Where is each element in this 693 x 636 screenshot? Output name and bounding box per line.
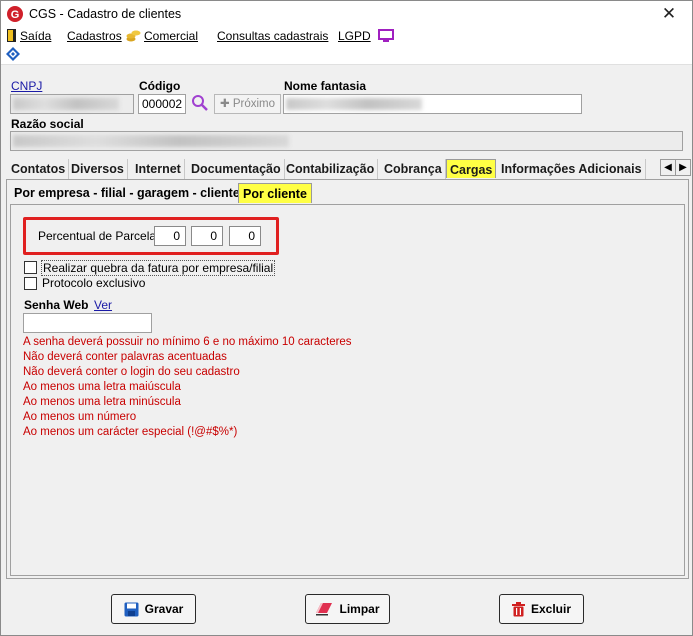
eraser-icon [316, 603, 333, 616]
razao-social-label: Razão social [11, 117, 84, 131]
main-tabs: Contatos Diversos Internet Documentação … [8, 159, 690, 179]
senha-web-input[interactable] [23, 313, 152, 333]
razao-social-field[interactable] [10, 131, 683, 151]
tabs-scroll-left-button[interactable]: ◀ [660, 159, 676, 176]
menu-item-label: Cadastros [67, 29, 122, 43]
ver-senha-link[interactable]: Ver [94, 298, 112, 312]
window-title: CGS - Cadastro de clientes [29, 7, 182, 21]
menu-item-consultas[interactable]: Consultas cadastrais [217, 29, 328, 43]
cgs-logo-icon: G [7, 6, 23, 22]
proximo-label: Próximo [232, 98, 276, 110]
menu-item-label: Saída [20, 29, 52, 43]
monitor-icon [378, 29, 395, 42]
percentual-parcelas-label: Percentual de Parcelas [38, 229, 163, 243]
password-rule: Ao menos um número [23, 411, 137, 423]
search-icon[interactable] [191, 94, 209, 112]
redacted-value [286, 98, 422, 110]
tab-cargas[interactable]: Cargas [446, 159, 497, 178]
exit-door-icon [7, 29, 16, 42]
password-rule: Ao menos um carácter especial (!@#$%*) [23, 426, 238, 438]
password-rule: Ao menos uma letra maiúscula [23, 381, 181, 393]
quebra-fatura-label[interactable]: Realizar quebra da fatura por empresa/fi… [41, 260, 276, 276]
parcela-field-1[interactable]: 0 [154, 226, 186, 246]
gravar-button[interactable]: Gravar [111, 594, 196, 624]
cnpj-field[interactable] [10, 94, 134, 114]
nome-fantasia-label: Nome fantasia [284, 79, 367, 93]
tab-contatos[interactable]: Contatos [8, 159, 70, 179]
menu-item-lgpd[interactable]: LGPD [338, 29, 397, 43]
tab-cobranca[interactable]: Cobrança [381, 159, 446, 179]
cnpj-label[interactable]: CNPJ [11, 79, 42, 93]
nome-fantasia-field[interactable] [283, 94, 582, 114]
excluir-button[interactable]: Excluir [499, 594, 584, 624]
coins-icon [126, 30, 141, 42]
title-bar: G CGS - Cadastro de clientes ✕ [1, 1, 692, 27]
codigo-label: Código [139, 79, 181, 93]
tab-documentacao[interactable]: Documentação [188, 159, 285, 179]
subtab-por-cliente[interactable]: Por cliente [238, 183, 312, 203]
password-rule: Não deverá conter o login do seu cadastr… [23, 366, 240, 378]
floppy-disk-icon [124, 602, 139, 616]
tab-contabilizacao[interactable]: Contabilização [283, 159, 379, 179]
menu-item-label: LGPD [338, 29, 371, 43]
tab-internet[interactable]: Internet [132, 159, 185, 179]
password-rule: Não deverá conter palavras acentuadas [23, 351, 227, 363]
limpar-button[interactable]: Limpar [305, 594, 390, 624]
gravar-label: Gravar [144, 602, 184, 616]
svg-text:G: G [11, 9, 20, 21]
protocolo-exclusivo-checkbox[interactable] [24, 277, 37, 290]
proximo-button[interactable]: ✚ Próximo [214, 94, 281, 114]
senha-web-label: Senha Web [24, 298, 89, 312]
tab-diversos[interactable]: Diversos [68, 159, 128, 179]
parcela-field-2[interactable]: 0 [191, 226, 223, 246]
menu-item-cadastros[interactable]: Cadastros [67, 29, 122, 43]
protocolo-exclusivo-label[interactable]: Protocolo exclusivo [42, 276, 145, 290]
secondary-toolbar [1, 45, 692, 65]
password-rule: Ao menos uma letra minúscula [23, 396, 181, 408]
tab-informacoes-adicionais[interactable]: Informações Adicionais [498, 159, 646, 179]
redacted-value [13, 135, 289, 147]
excluir-label: Excluir [530, 602, 572, 616]
parcela-field-3[interactable]: 0 [229, 226, 261, 246]
cadastro-clientes-window: G CGS - Cadastro de clientes ✕ Saída Cad… [0, 0, 693, 636]
limpar-label: Limpar [339, 602, 380, 616]
menu-item-label: Comercial [144, 29, 199, 43]
menu-item-saida[interactable]: Saída [6, 29, 51, 43]
menu-item-comercial[interactable]: Comercial [126, 29, 198, 43]
diamond-arrows-icon[interactable] [6, 47, 20, 61]
subtab-por-empresa[interactable]: Por empresa - filial - garagem - cliente [10, 183, 244, 203]
tabs-scroll-right-button[interactable]: ▶ [675, 159, 691, 176]
trash-icon [511, 601, 525, 616]
close-button[interactable]: ✕ [652, 3, 686, 25]
quebra-fatura-checkbox[interactable] [24, 261, 37, 274]
codigo-field[interactable]: 000002 [138, 94, 186, 114]
plus-icon: ✚ [219, 98, 233, 110]
menu-item-label: Consultas cadastrais [217, 29, 329, 43]
menu-bar: Saída Cadastros Comercial Consultas cada… [1, 27, 692, 45]
password-rule: A senha deverá possuir no mínimo 6 e no … [23, 336, 352, 348]
redacted-value [13, 98, 119, 110]
